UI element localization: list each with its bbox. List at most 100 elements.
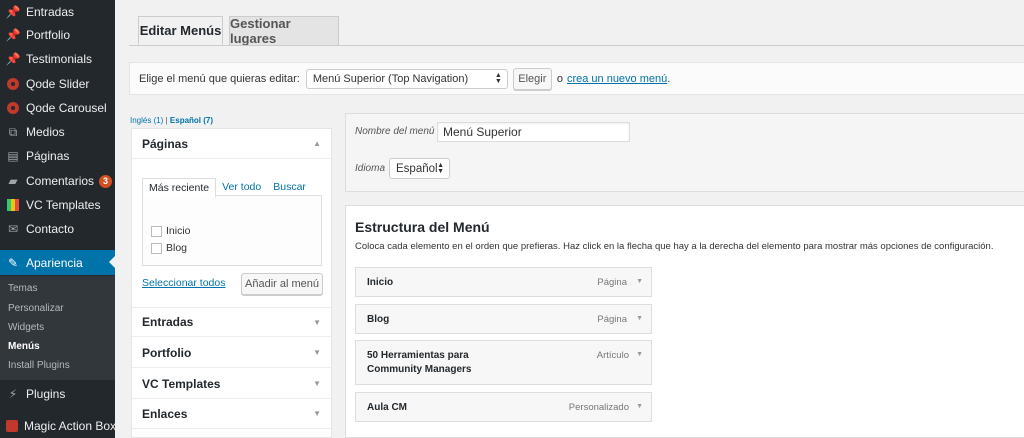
- sidebar-item-paginas[interactable]: ▤ Páginas: [0, 144, 115, 168]
- checkbox[interactable]: [151, 225, 162, 237]
- menu-item-title: Inicio: [367, 277, 394, 288]
- elegir-button[interactable]: Elegir: [512, 67, 552, 90]
- add-items-accordion: Páginas ▲ Más reciente Ver todo Buscar I…: [131, 128, 332, 438]
- language-dropdown[interactable]: Español ▲ ▼: [389, 158, 450, 179]
- accordion-enlaces[interactable]: Enlaces ▼: [132, 399, 331, 429]
- menu-name-label: Nombre del menú: [355, 126, 435, 137]
- menu-item-type: Página: [597, 314, 627, 325]
- sidebar-item-qode-slider[interactable]: Qode Slider: [0, 72, 115, 96]
- sidebar-item-contacto[interactable]: ✉ Contacto: [0, 217, 115, 241]
- chevron-down-icon: ▼: [313, 379, 321, 388]
- menu-select-dropdown[interactable]: Menú Superior (Top Navigation) ▲ ▼: [305, 68, 508, 89]
- chevron-down-icon[interactable]: ▼: [636, 351, 643, 358]
- chevron-down-icon[interactable]: ▼: [636, 278, 643, 285]
- select-all-link[interactable]: Seleccionar todos: [142, 277, 225, 289]
- lang-espanol-link[interactable]: Español (7): [170, 116, 213, 125]
- vc-icon: [6, 198, 20, 212]
- sidebar-item-label: Apariencia: [26, 255, 83, 270]
- tab-mas-reciente[interactable]: Más reciente: [142, 178, 217, 198]
- accordion-paginas[interactable]: Páginas ▲: [132, 129, 331, 159]
- submenu-item-temas[interactable]: Temas: [8, 283, 37, 294]
- menu-item-type: Artículo: [596, 350, 629, 361]
- tab-divider: [129, 45, 1024, 46]
- media-icon: ⧉: [8, 124, 18, 139]
- sidebar-item-label: Contacto: [26, 222, 75, 236]
- menu-settings-header: Nombre del menú Menú Superior Idioma Esp…: [345, 113, 1024, 192]
- sidebar-item-label: Magic Action Box: [24, 419, 117, 433]
- mail-icon: ✉: [7, 222, 19, 236]
- lang-separator: |: [165, 116, 168, 125]
- pushpin-icon: 📌: [5, 5, 21, 19]
- pushpin-icon: 📌: [5, 28, 21, 42]
- chevron-down-icon[interactable]: ▼: [636, 403, 643, 410]
- sidebar-item-apariencia[interactable]: ✎ Apariencia: [0, 250, 115, 275]
- create-menu-link[interactable]: crea un nuevo menú: [567, 73, 667, 85]
- language-value: Español: [396, 162, 438, 175]
- add-to-menu-button[interactable]: Añadir al menú: [241, 273, 323, 295]
- menu-select-bar: Elige el menú que quieras editar: Menú S…: [129, 62, 1024, 95]
- page-option-inicio[interactable]: Inicio: [151, 225, 191, 237]
- sidebar-item-label: Entradas: [26, 5, 75, 19]
- sidebar-item-label: Qode Slider: [26, 77, 90, 91]
- menu-select-value: Menú Superior (Top Navigation): [312, 72, 469, 85]
- sidebar-item-magic-action-box[interactable]: Magic Action Box: [0, 414, 117, 438]
- qode-icon: [6, 101, 20, 115]
- sidebar-item-label: Medios: [26, 125, 65, 139]
- menu-item-title: Aula CM: [367, 402, 407, 413]
- sidebar-item-comentarios[interactable]: ▰ Comentarios 3: [0, 169, 115, 193]
- language-label: Idioma: [355, 163, 386, 174]
- chevron-down-icon: ▼: [313, 409, 321, 418]
- or-text: o: [556, 72, 563, 85]
- chevron-down-icon[interactable]: ▼: [636, 315, 643, 322]
- lang-ingles-link[interactable]: Inglés (1): [130, 116, 163, 125]
- page-option-blog[interactable]: Blog: [151, 242, 187, 254]
- sidebar-item-portfolio[interactable]: 📌 Portfolio: [0, 23, 115, 47]
- menu-item-title: Blog: [367, 314, 390, 325]
- sidebar-item-testimonials[interactable]: 📌 Testimonials: [0, 47, 115, 71]
- menu-item-type: Personalizado: [568, 402, 629, 413]
- pages-checklist: Inicio Blog: [142, 195, 322, 266]
- submenu-item-install-plugins[interactable]: Install Plugins: [8, 360, 70, 371]
- sidebar-item-qode-carousel[interactable]: Qode Carousel: [0, 96, 115, 120]
- qode-icon: [6, 77, 20, 91]
- chevron-up-icon: ▲: [313, 139, 321, 148]
- chevron-down-icon: ▼: [313, 348, 321, 357]
- submenu-item-widgets[interactable]: Widgets: [8, 322, 44, 333]
- dropdown-arrows-icon: ▲ ▼: [437, 161, 444, 175]
- accordion-title: Entradas: [142, 315, 194, 329]
- accordion-title: Enlaces: [142, 406, 188, 421]
- accordion-vc-templates[interactable]: VC Templates ▼: [132, 369, 331, 399]
- tab-editar-menus[interactable]: Editar Menús: [138, 16, 223, 45]
- sidebar-item-label: Plugins: [26, 387, 66, 401]
- tab-gestionar-lugares[interactable]: Gestionar lugares: [229, 16, 339, 46]
- submenu-item-personalizar[interactable]: Personalizar: [8, 303, 64, 314]
- accordion-title: VC Templates: [142, 376, 221, 391]
- sidebar-item-medios[interactable]: ⧉ Medios: [0, 120, 115, 144]
- page-option-label: Blog: [166, 242, 188, 254]
- period-text: .: [667, 72, 671, 85]
- appearance-submenu: Temas Personalizar Widgets Menús Install…: [0, 276, 115, 380]
- menu-item-title: 50 Herramientas para: [367, 350, 469, 361]
- accordion-entradas[interactable]: Entradas ▼: [132, 307, 331, 337]
- menu-item[interactable]: Blog Página ▼: [355, 304, 652, 334]
- menu-item[interactable]: Aula CM Personalizado ▼: [355, 392, 652, 422]
- menu-item-title-line2: Community Managers: [367, 364, 472, 375]
- page-option-label: Inicio: [166, 225, 191, 237]
- submenu-item-menus[interactable]: Menús: [8, 341, 40, 352]
- menu-structure-panel: Estructura del Menú Coloca cada elemento…: [345, 205, 1024, 438]
- menu-name-input[interactable]: Menú Superior: [437, 122, 630, 142]
- sidebar-item-plugins[interactable]: ⚡ Plugins: [0, 382, 115, 406]
- sidebar-item-vc-templates[interactable]: VC Templates: [0, 193, 115, 217]
- admin-sidebar: 📌 Entradas 📌 Portfolio 📌 Testimonials Qo…: [0, 0, 117, 438]
- brush-icon: ✎: [7, 255, 19, 270]
- menu-item[interactable]: Inicio Página ▼: [355, 267, 652, 297]
- menu-item[interactable]: 50 Herramientas para Community Managers …: [355, 340, 652, 385]
- menu-select-prompt: Elige el menú que quieras editar:: [139, 72, 300, 85]
- dropdown-arrows-icon: ▲ ▼: [494, 71, 502, 85]
- sidebar-item-entradas[interactable]: 📌 Entradas: [0, 0, 115, 24]
- checkbox[interactable]: [151, 242, 162, 254]
- language-switcher: Inglés (1) | Español (7): [130, 116, 213, 125]
- accordion-portfolio[interactable]: Portfolio ▼: [132, 338, 331, 368]
- plug-icon: ⚡: [8, 387, 18, 401]
- accordion-title: Portfolio: [142, 345, 192, 360]
